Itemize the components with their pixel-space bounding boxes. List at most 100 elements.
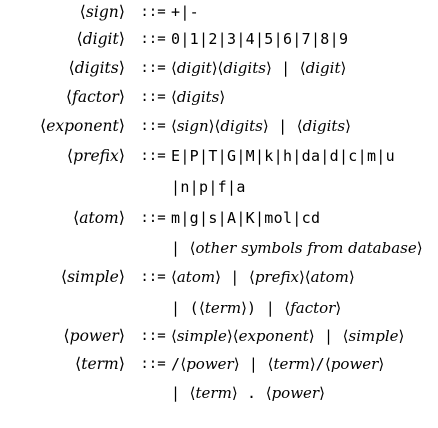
nonterminal-name: prefix <box>254 268 299 286</box>
angle-bracket-close: ⟩ <box>118 87 125 106</box>
angle-bracket-close: ⟩ <box>345 117 351 135</box>
lhs-nonterminal: ⟨atom⟩ <box>73 208 125 227</box>
rule-rhs: ⟨digit⟩⟨digits⟩ | ⟨digit⟩ <box>171 56 346 80</box>
nonterminal-name: digits <box>74 59 119 77</box>
rule-lhs: ⟨digits⟩ <box>69 56 125 80</box>
rhs-nonterminal: ⟨prefix⟩ <box>249 268 305 286</box>
nonterminal-name: power <box>69 327 119 345</box>
rhs-nonterminal: ⟨digits⟩ <box>218 59 272 77</box>
rule-rhs: 0|1|2|3|4|5|6|7|8|9 <box>171 27 348 51</box>
rhs-nonterminal: ⟨term⟩ <box>268 355 316 373</box>
terminal-literal: +|- <box>171 3 199 21</box>
nonterminal-name: term <box>204 299 242 317</box>
angle-bracket-close: ⟩ <box>335 299 342 317</box>
definition-operator: ::= <box>140 148 166 164</box>
rhs-nonterminal: ⟨factor⟩ <box>284 299 341 317</box>
rhs-nonterminal: ⟨other symbols from database⟩ <box>190 239 423 257</box>
angle-bracket-close: ⟩ <box>348 268 355 286</box>
angle-bracket-close: ⟩ <box>118 354 125 373</box>
terminal-literal: | <box>171 239 190 257</box>
rule-rhs: +|- <box>171 0 199 24</box>
lhs-nonterminal: ⟨factor⟩ <box>66 87 125 106</box>
nonterminal-name: exponent <box>46 117 119 135</box>
rhs-nonterminal: ⟨power⟩ <box>180 355 239 373</box>
definition-operator: ::= <box>140 356 166 372</box>
nonterminal-name: power <box>271 384 320 402</box>
lhs-nonterminal: ⟨simple⟩ <box>61 267 125 286</box>
rule-rhs: | ⟨term⟩ . ⟨power⟩ <box>171 381 325 405</box>
nonterminal-name: prefix <box>73 147 119 165</box>
rhs-nonterminal: ⟨digits⟩ <box>214 117 268 135</box>
nonterminal-name: term <box>195 384 232 402</box>
lhs-nonterminal: ⟨prefix⟩ <box>67 146 125 165</box>
rule-rhs: | (⟨term⟩) | ⟨factor⟩ <box>171 296 341 320</box>
nonterminal-name: term <box>81 355 119 373</box>
rule-rhs: | ⟨other symbols from database⟩ <box>171 236 423 260</box>
lhs-nonterminal: ⟨sign⟩ <box>80 2 125 21</box>
rhs-nonterminal: ⟨atom⟩ <box>305 268 355 286</box>
angle-bracket-close: ⟩ <box>118 326 125 345</box>
nonterminal-name: digit <box>82 30 119 48</box>
nonterminal-name: other symbols from database <box>195 239 417 257</box>
definition-operator: ::= <box>140 269 166 285</box>
rhs-nonterminal: ⟨power⟩ <box>266 384 325 402</box>
angle-bracket-close: ⟩ <box>416 239 423 257</box>
terminal-literal: E|P|T|G|M|k|h|da|d|c|m|u <box>171 147 395 165</box>
terminal-literal: ) | <box>247 299 285 317</box>
terminal-literal: | <box>239 355 268 373</box>
rhs-nonterminal: ⟨simple⟩ <box>343 327 405 345</box>
terminal-literal: . <box>237 384 266 402</box>
nonterminal-name: sign <box>85 3 119 21</box>
rule-lhs: ⟨exponent⟩ <box>40 114 125 138</box>
nonterminal-name: term <box>273 355 310 373</box>
lhs-nonterminal: ⟨power⟩ <box>63 326 125 345</box>
angle-bracket-close: ⟩ <box>118 267 125 286</box>
rule-lhs: ⟨digit⟩ <box>77 27 126 51</box>
rhs-nonterminal: ⟨digits⟩ <box>171 88 225 106</box>
rule-rhs: |n|p|f|a <box>171 175 246 199</box>
rule-rhs: ⟨atom⟩ | ⟨prefix⟩⟨atom⟩ <box>171 265 355 289</box>
rhs-nonterminal: ⟨term⟩ <box>190 384 238 402</box>
definition-operator: ::= <box>140 4 166 20</box>
terminal-literal: / <box>315 355 325 373</box>
angle-bracket-close: ⟩ <box>118 29 125 48</box>
rhs-nonterminal: ⟨power⟩ <box>325 355 384 373</box>
angle-bracket-close: ⟩ <box>219 88 226 106</box>
nonterminal-name: digit <box>305 59 341 77</box>
rule-rhs: ⟨sign⟩⟨digits⟩ | ⟨digits⟩ <box>171 114 351 138</box>
lhs-nonterminal: ⟨digits⟩ <box>69 58 125 77</box>
lhs-nonterminal: ⟨term⟩ <box>75 354 125 373</box>
nonterminal-name: factor <box>290 299 336 317</box>
nonterminal-name: power <box>186 355 234 373</box>
rule-rhs: E|P|T|G|M|k|h|da|d|c|m|u <box>171 144 395 168</box>
angle-bracket-close: ⟩ <box>378 355 385 373</box>
nonterminal-name: atom <box>79 209 119 227</box>
rule-lhs: ⟨sign⟩ <box>80 0 125 24</box>
rhs-nonterminal: ⟨sign⟩ <box>171 117 214 135</box>
rule-rhs: /⟨power⟩ | ⟨term⟩/⟨power⟩ <box>171 352 384 376</box>
nonterminal-name: simple <box>348 327 399 345</box>
angle-bracket-close: ⟩ <box>319 384 325 402</box>
definition-operator: ::= <box>140 60 166 76</box>
rhs-nonterminal: ⟨digits⟩ <box>297 117 351 135</box>
rhs-nonterminal: ⟨term⟩ <box>199 299 247 317</box>
rule-rhs: ⟨digits⟩ <box>171 85 225 109</box>
nonterminal-name: simple <box>67 268 119 286</box>
angle-bracket-close: ⟩ <box>118 208 125 227</box>
nonterminal-name: sign <box>176 117 209 135</box>
rhs-nonterminal: ⟨atom⟩ <box>171 268 221 286</box>
rhs-nonterminal: ⟨digit⟩ <box>171 59 218 77</box>
nonterminal-name: atom <box>176 268 216 286</box>
terminal-literal: 0|1|2|3|4|5|6|7|8|9 <box>171 30 349 48</box>
nonterminal-name: factor <box>72 88 119 106</box>
grammar-definition: ⟨sign⟩::= +|- ⟨digit⟩::= 0|1|2|3|4|5|6|7|8|… <box>0 0 438 428</box>
rule-lhs: ⟨term⟩ <box>75 352 125 376</box>
rule-rhs: ⟨simple⟩⟨exponent⟩ | ⟨simple⟩ <box>171 324 404 348</box>
lhs-nonterminal: ⟨digit⟩ <box>77 29 126 48</box>
definition-operator: ::= <box>140 118 166 134</box>
nonterminal-name: atom <box>310 268 349 286</box>
nonterminal-name: digit <box>176 59 212 77</box>
terminal-literal: | <box>268 117 297 135</box>
nonterminal-name: digits <box>223 59 266 77</box>
angle-bracket-close: ⟩ <box>118 2 125 21</box>
